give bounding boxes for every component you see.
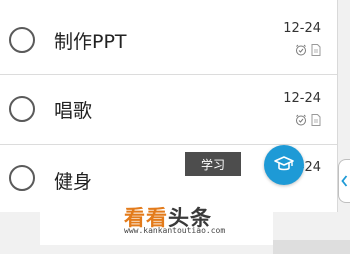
study-fab-button[interactable] [264, 145, 304, 185]
note-icon [311, 44, 321, 56]
note-icon [311, 114, 321, 126]
task-title: 唱歌 [54, 100, 93, 122]
alarm-clock-icon [296, 44, 306, 56]
fab-tooltip: 学习 [185, 152, 241, 176]
task-title: 健身 [54, 171, 93, 193]
task-meta-icons [295, 44, 321, 56]
complete-checkbox[interactable] [9, 27, 35, 53]
side-drawer-tab[interactable] [338, 159, 350, 203]
complete-checkbox[interactable] [9, 96, 35, 122]
task-item[interactable]: 制作PPT 12-24 [0, 5, 338, 75]
task-date: 12-24 [283, 91, 321, 106]
watermark: 看看头条 www.kankantoutiao.com [40, 198, 273, 245]
watermark-url: www.kankantoutiao.com [124, 226, 226, 235]
chevron-left-icon [341, 175, 348, 187]
graduation-cap-icon [274, 156, 294, 171]
bottom-bar-fragment [273, 240, 350, 254]
alarm-clock-icon [296, 114, 306, 126]
complete-checkbox[interactable] [9, 165, 35, 191]
task-meta-icons [295, 114, 321, 126]
task-item[interactable]: 唱歌 12-24 [0, 75, 338, 145]
task-title: 制作PPT [54, 31, 127, 53]
task-date: 12-24 [283, 21, 321, 36]
